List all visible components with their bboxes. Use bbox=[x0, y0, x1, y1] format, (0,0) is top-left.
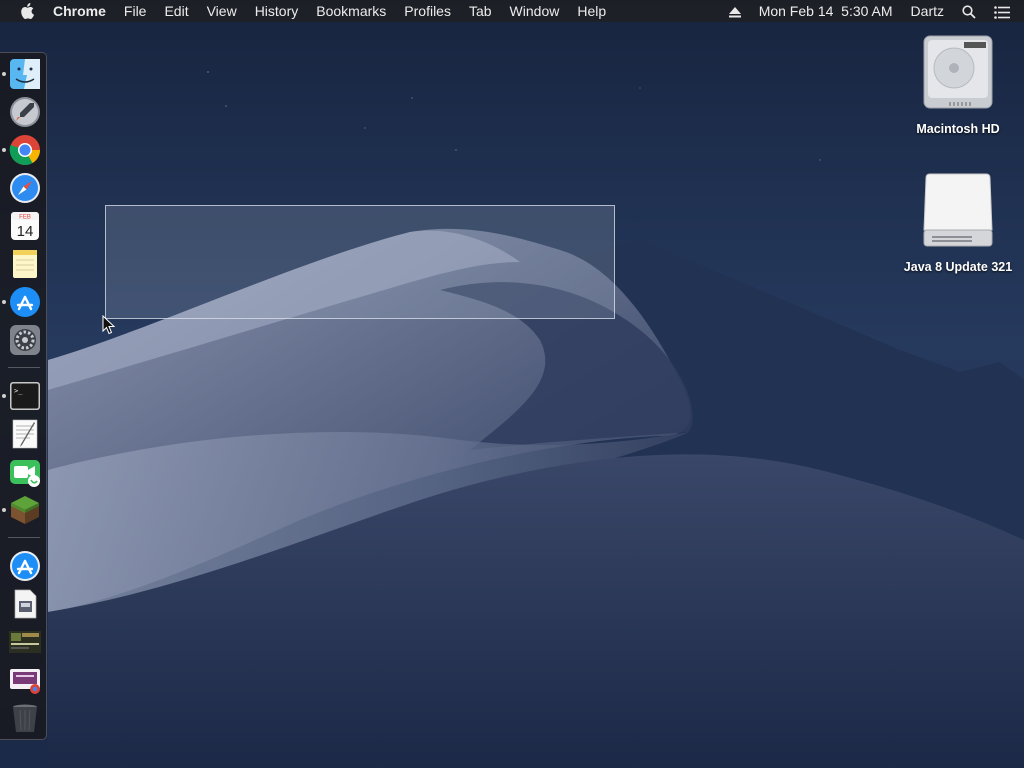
dock-item-screenshot[interactable] bbox=[8, 625, 42, 659]
dock-item-finder[interactable] bbox=[8, 57, 42, 91]
svg-text:>_: >_ bbox=[14, 387, 23, 395]
dock-item-facetime[interactable] bbox=[8, 455, 42, 489]
desktop-icon-label: Java 8 Update 321 bbox=[903, 260, 1013, 274]
dock-item-app-store-download[interactable] bbox=[8, 549, 42, 583]
menu-edit[interactable]: Edit bbox=[155, 0, 197, 22]
desktop-icon-macintosh-hd[interactable]: Macintosh HD bbox=[903, 32, 1013, 137]
textedit-icon bbox=[12, 419, 38, 449]
menu-profiles[interactable]: Profiles bbox=[395, 0, 460, 22]
menu-help[interactable]: Help bbox=[568, 0, 615, 22]
mouse-cursor-icon bbox=[102, 315, 116, 335]
menu-view[interactable]: View bbox=[198, 0, 246, 22]
calendar-icon: FEB 14 bbox=[11, 212, 39, 240]
dock-item-chrome[interactable] bbox=[8, 133, 42, 167]
menu-bar-left: Chrome File Edit View History Bookmarks … bbox=[0, 0, 615, 22]
menu-bar-status-area: Mon Feb 14 5:30 AM Dartz bbox=[720, 0, 1024, 22]
dock-item-textedit[interactable] bbox=[8, 417, 42, 451]
screenshot-thumbnail-icon bbox=[9, 631, 41, 653]
dock-separator bbox=[8, 537, 40, 538]
calendar-month: FEB bbox=[19, 215, 31, 221]
dock-item-safari[interactable] bbox=[8, 171, 42, 205]
menu-bookmarks[interactable]: Bookmarks bbox=[307, 0, 395, 22]
dock-item-trash[interactable] bbox=[8, 701, 42, 735]
menu-window[interactable]: Window bbox=[501, 0, 569, 22]
running-indicator bbox=[2, 148, 6, 152]
desktop-icon-java-update[interactable]: Java 8 Update 321 bbox=[903, 170, 1013, 275]
dock-item-minecraft[interactable] bbox=[8, 493, 42, 527]
dock-item-app-store[interactable] bbox=[8, 285, 42, 319]
menu-tab[interactable]: Tab bbox=[460, 0, 501, 22]
notes-icon bbox=[13, 250, 37, 278]
running-indicator bbox=[2, 508, 6, 512]
app-store-icon bbox=[10, 551, 40, 581]
system-preferences-icon bbox=[10, 325, 40, 355]
launchpad-icon bbox=[10, 97, 40, 127]
installer-icon bbox=[14, 589, 37, 619]
dock: FEB 14 >_ bbox=[0, 52, 47, 740]
dock-item-installer[interactable] bbox=[8, 587, 42, 621]
minecraft-icon bbox=[11, 496, 39, 524]
notification-center-icon[interactable] bbox=[985, 0, 1024, 22]
dock-item-terminal[interactable]: >_ bbox=[8, 379, 42, 413]
eject-icon[interactable] bbox=[720, 0, 750, 22]
menu-history[interactable]: History bbox=[246, 0, 308, 22]
desktop-selection-rectangle bbox=[105, 205, 615, 319]
finder-icon bbox=[10, 59, 40, 89]
running-indicator bbox=[2, 72, 6, 76]
menu-bar: Chrome File Edit View History Bookmarks … bbox=[0, 0, 1024, 22]
dock-item-launchpad[interactable] bbox=[8, 95, 42, 129]
safari-icon bbox=[10, 173, 40, 203]
chrome-app-shortcut-icon bbox=[10, 669, 40, 694]
menu-app-name[interactable]: Chrome bbox=[44, 0, 115, 22]
facetime-icon bbox=[10, 460, 40, 487]
running-indicator bbox=[2, 394, 6, 398]
removable-disk-icon bbox=[923, 173, 993, 247]
desktop-icon-label: Macintosh HD bbox=[916, 122, 1000, 136]
apple-logo-icon[interactable] bbox=[18, 0, 36, 22]
app-store-icon bbox=[10, 287, 40, 317]
chrome-icon bbox=[9, 135, 41, 166]
terminal-icon: >_ bbox=[10, 382, 40, 410]
menu-file[interactable]: File bbox=[115, 0, 156, 22]
desktop-wallpaper bbox=[0, 0, 1024, 768]
calendar-day: 14 bbox=[17, 223, 34, 240]
hard-drive-icon bbox=[923, 35, 993, 109]
spotlight-search-icon[interactable] bbox=[953, 0, 985, 22]
menu-user-name[interactable]: Dartz bbox=[902, 0, 953, 22]
dock-item-chrome-app[interactable] bbox=[8, 663, 42, 697]
running-indicator bbox=[2, 300, 6, 304]
dock-separator bbox=[8, 367, 40, 368]
dock-item-system-preferences[interactable] bbox=[8, 323, 42, 357]
dock-item-calendar[interactable]: FEB 14 bbox=[8, 209, 42, 243]
menu-clock[interactable]: Mon Feb 14 5:30 AM bbox=[750, 0, 902, 22]
dock-item-notes[interactable] bbox=[8, 247, 42, 281]
trash-icon bbox=[13, 704, 37, 732]
